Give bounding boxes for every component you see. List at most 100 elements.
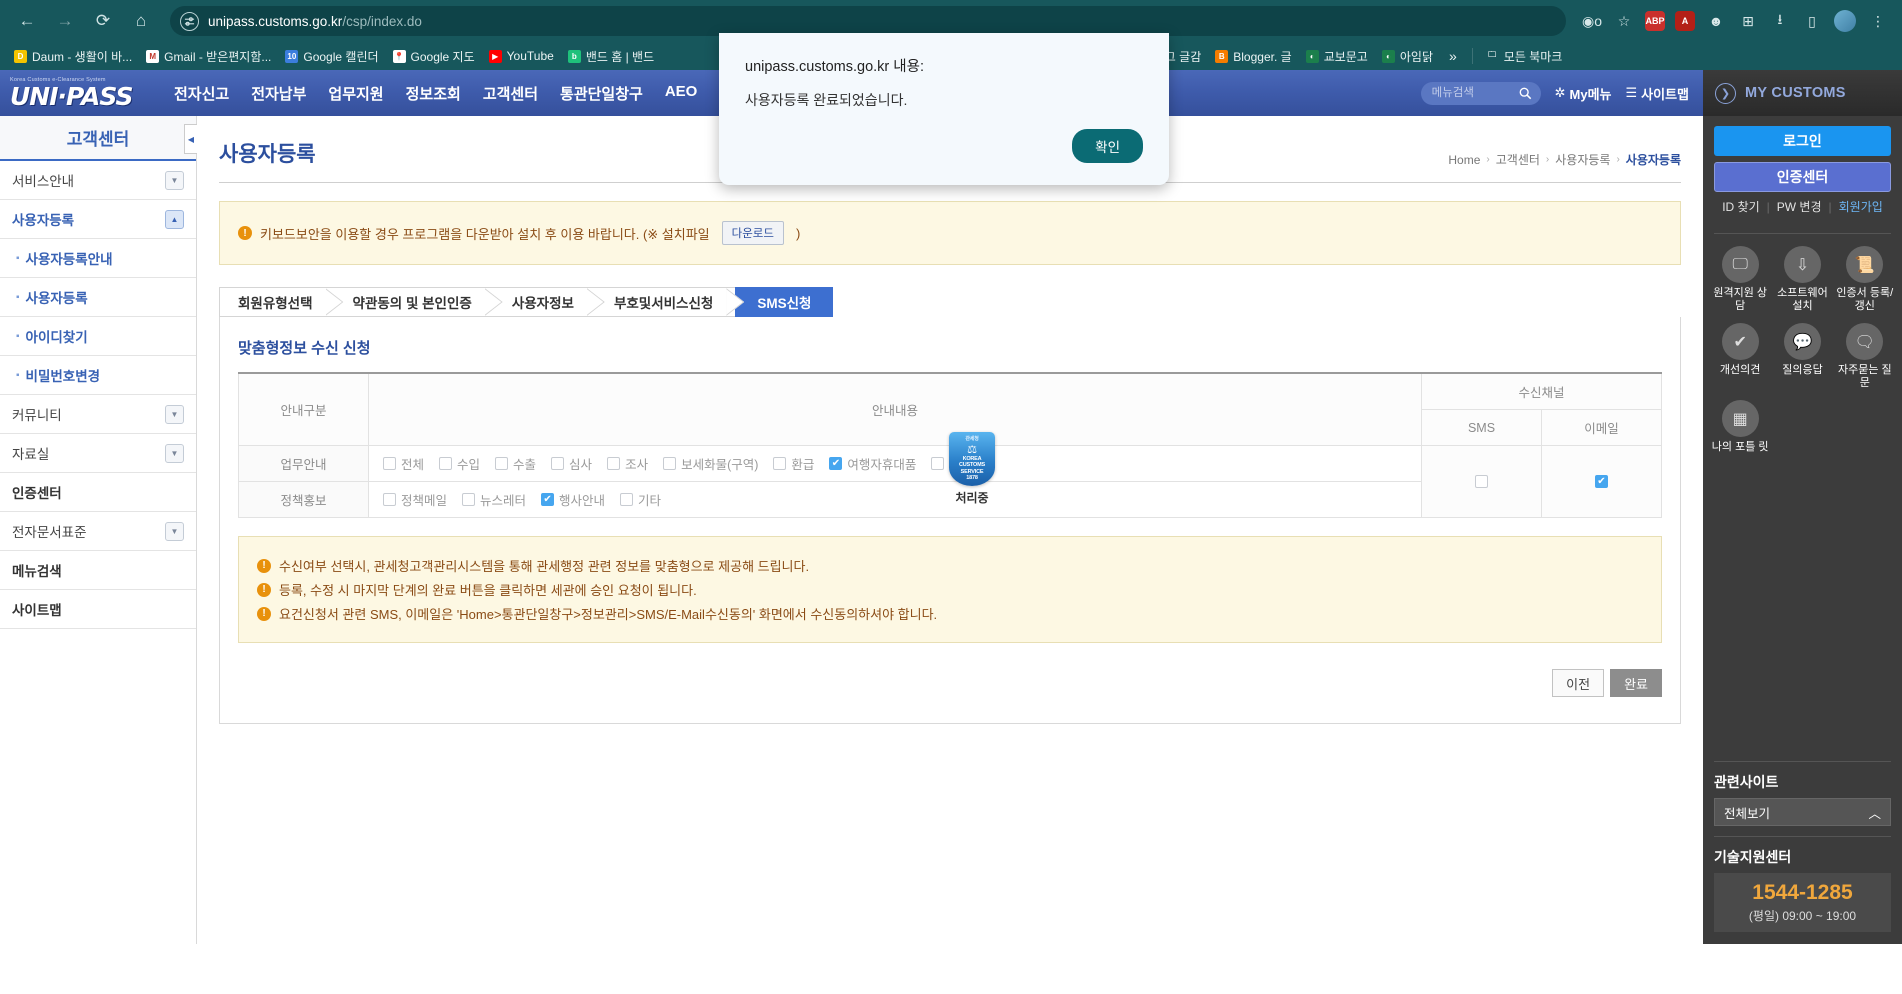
chevron-left-icon[interactable]: ◀: [184, 124, 197, 154]
sidebar-subitem-find-id[interactable]: ▪ 아이디찾기: [0, 317, 196, 356]
checkbox-option[interactable]: 조사: [607, 454, 648, 473]
chevron-up-icon[interactable]: ▲: [165, 209, 184, 229]
breadcrumb-2[interactable]: 사용자등록: [1555, 151, 1610, 168]
quick-link-my-portlet[interactable]: ▦ 나의 포틀 릿: [1709, 400, 1771, 454]
related-sites-select[interactable]: 전체보기 ︿: [1714, 798, 1891, 826]
home-icon[interactable]: ⌂: [124, 4, 158, 38]
bookmark-item[interactable]: 📍 Google 지도: [387, 46, 481, 67]
menu-search-box[interactable]: [1420, 81, 1541, 105]
login-button[interactable]: 로그인: [1714, 126, 1891, 156]
change-pw-link[interactable]: PW 변경: [1777, 198, 1822, 215]
back-icon[interactable]: ←: [10, 4, 44, 38]
chevron-down-icon[interactable]: ▼: [165, 521, 184, 541]
extensions-puzzle-icon[interactable]: ⊞: [1734, 7, 1762, 35]
quick-link-certificate[interactable]: 📜 인증서 등록/갱신: [1834, 246, 1896, 313]
extension-person-icon[interactable]: ☻: [1702, 7, 1730, 35]
bookmark-item[interactable]: B Blogger. 글: [1209, 46, 1297, 67]
gnb-item-5[interactable]: 통관단일창구: [560, 83, 643, 104]
download-button[interactable]: 다운로드: [721, 221, 784, 245]
checkbox-box[interactable]: [383, 457, 396, 470]
checkbox-box[interactable]: [773, 457, 787, 470]
cert-center-button[interactable]: 인증센터: [1714, 162, 1891, 192]
checkbox-box[interactable]: [383, 493, 396, 506]
sidebar-item-sitemap[interactable]: 사이트맵: [0, 590, 196, 629]
checkbox-box[interactable]: [439, 457, 453, 470]
sidebar-item-edoc-standard[interactable]: 전자문서표준 ▼: [0, 512, 196, 551]
chevron-down-icon[interactable]: ▼: [165, 443, 184, 463]
chevron-down-icon[interactable]: ▼: [165, 404, 184, 424]
bookmark-item[interactable]: M Gmail - 받은편지함...: [140, 46, 277, 67]
quick-link-software-install[interactable]: ⇩ 소프트웨어 설치: [1771, 246, 1833, 313]
bookmark-item[interactable]: ▶ YouTube: [483, 47, 560, 65]
checkbox-box[interactable]: [551, 457, 565, 470]
quick-link-faq[interactable]: 🗨 자주묻는 질문: [1834, 323, 1896, 390]
signup-link[interactable]: 회원가입: [1839, 198, 1883, 215]
checkbox-box[interactable]: [663, 457, 677, 470]
quick-link-qna[interactable]: 💬 질의응답: [1771, 323, 1833, 390]
checkbox-option[interactable]: 정책메일: [383, 490, 447, 509]
gnb-item-0[interactable]: 전자신고: [174, 83, 229, 104]
prev-button[interactable]: 이전: [1552, 669, 1605, 697]
gnb-item-6[interactable]: AEO: [665, 83, 698, 104]
checkbox-box[interactable]: ✔: [541, 493, 555, 506]
sidebar-item-archive[interactable]: 자료실 ▼: [0, 434, 196, 473]
gnb-item-2[interactable]: 업무지원: [328, 83, 383, 104]
dialog-ok-button[interactable]: 확인: [1072, 129, 1143, 163]
forward-icon[interactable]: →: [48, 4, 82, 38]
bookmark-item[interactable]: D Daum - 생활이 바...: [8, 46, 138, 67]
my-menu-button[interactable]: ✲ My메뉴: [1555, 84, 1612, 103]
checkbox-option[interactable]: 보세화물(구역): [663, 454, 758, 473]
checkbox-box[interactable]: [462, 493, 476, 506]
tab-step-5[interactable]: SMS신청: [735, 287, 834, 317]
gnb-item-3[interactable]: 정보조회: [406, 83, 461, 104]
browser-menu-icon[interactable]: ⋮: [1864, 7, 1892, 35]
checkbox-option[interactable]: 뉴스레터: [462, 490, 526, 509]
bookmark-item[interactable]: 10 Google 캘린더: [279, 46, 384, 67]
download-icon[interactable]: ⭳: [1766, 7, 1794, 35]
sidebar-item-menu-search[interactable]: 메뉴검색: [0, 551, 196, 590]
tab-step-1[interactable]: 회원유형선택: [219, 287, 344, 317]
sidebar-item-community[interactable]: 커뮤니티 ▼: [0, 395, 196, 434]
chevron-down-icon[interactable]: ▼: [165, 170, 184, 190]
bookmarks-overflow-icon[interactable]: »: [1441, 48, 1465, 64]
gnb-item-4[interactable]: 고객센터: [483, 83, 538, 104]
tab-step-2[interactable]: 약관동의 및 본인인증: [334, 287, 503, 317]
checkbox-option[interactable]: 수출: [495, 454, 536, 473]
checkbox-option[interactable]: 환급: [773, 454, 814, 473]
checkbox-box[interactable]: [620, 493, 634, 506]
sms-checkbox[interactable]: [1475, 475, 1488, 488]
bookmark-item[interactable]: b 밴드 홈 | 밴드: [562, 46, 660, 67]
my-customs-bar[interactable]: ❯ MY CUSTOMS: [1703, 70, 1902, 116]
tab-step-3[interactable]: 사용자정보: [493, 287, 605, 317]
quick-link-remote-support[interactable]: 🖵 원격지원 상담: [1709, 246, 1771, 313]
sidebar-subitem-registration[interactable]: ▪ 사용자등록: [0, 278, 196, 317]
side-panel-icon[interactable]: ▯: [1798, 7, 1826, 35]
glasses-icon[interactable]: ◉o: [1578, 7, 1606, 35]
quick-link-feedback[interactable]: ✔ 개선의견: [1709, 323, 1771, 390]
menu-search-input[interactable]: [1429, 86, 1512, 100]
breadcrumb-1[interactable]: 고객센터: [1496, 151, 1540, 168]
sidebar-subitem-change-password[interactable]: ▪ 비밀번호변경: [0, 356, 196, 395]
sidebar-item-user-registration[interactable]: 사용자등록 ▲: [0, 200, 196, 239]
gnb-item-1[interactable]: 전자납부: [251, 83, 306, 104]
checkbox-option[interactable]: ✔ 여행자휴대품: [829, 454, 916, 473]
checkbox-option[interactable]: 수입: [439, 454, 480, 473]
sidebar-item-service-guide[interactable]: 서비스안내 ▼: [0, 161, 196, 200]
all-bookmarks-button[interactable]: 🗀 모든 북마크: [1480, 46, 1569, 67]
bookmark-item[interactable]: ◐ 교보문고: [1300, 46, 1374, 67]
extension-pdf-icon[interactable]: A: [1675, 11, 1695, 31]
extension-abp-icon[interactable]: ABP: [1645, 11, 1665, 31]
complete-button[interactable]: 완료: [1610, 669, 1662, 697]
breadcrumb-home[interactable]: Home: [1448, 153, 1480, 167]
address-bar[interactable]: unipass.customs.go.kr/csp/index.do: [170, 6, 1566, 36]
sidebar-subitem-registration-guide[interactable]: ▪ 사용자등록안내: [0, 239, 196, 278]
checkbox-box[interactable]: [607, 457, 621, 470]
checkbox-option[interactable]: 심사: [551, 454, 592, 473]
bookmark-item[interactable]: ◐ 아임닭: [1376, 46, 1439, 67]
sidebar-item-cert-center[interactable]: 인증센터: [0, 473, 196, 512]
profile-avatar[interactable]: [1834, 10, 1856, 32]
sitemap-button[interactable]: ☰ 사이트맵: [1626, 84, 1690, 103]
tab-step-4[interactable]: 부호및서비스신청: [595, 287, 745, 317]
site-info-icon[interactable]: [180, 11, 199, 31]
find-id-link[interactable]: ID 찾기: [1722, 198, 1759, 215]
